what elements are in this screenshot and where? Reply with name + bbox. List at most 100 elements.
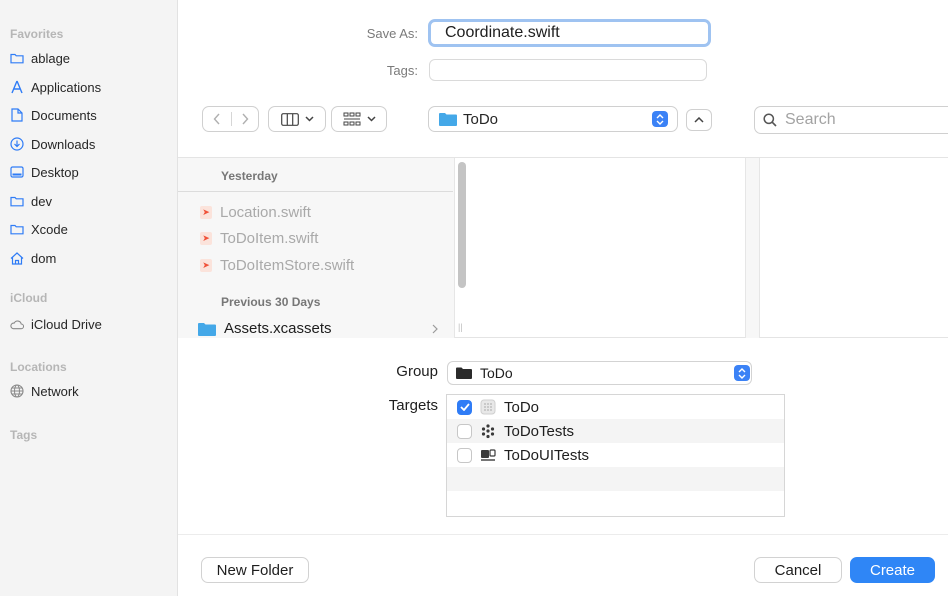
target-name: ToDoTests (504, 422, 575, 440)
file-row[interactable]: ➤ ToDoItem.swift (200, 228, 318, 248)
chevron-left-icon (213, 113, 220, 125)
collapse-button[interactable] (686, 109, 712, 131)
sidebar-item-dev[interactable]: dev (10, 190, 170, 212)
chevron-right-icon (242, 113, 249, 125)
target-checkbox[interactable] (457, 447, 472, 463)
target-row-todo[interactable]: ToDo (447, 395, 784, 419)
column-resize-handle[interactable]: || (458, 322, 463, 332)
create-button[interactable]: Create (850, 557, 935, 583)
target-name: ToDo (504, 398, 540, 416)
swift-file-icon: ➤ (200, 231, 212, 245)
browser-column: Yesterday ➤ Location.swift ➤ ToDoItem.sw… (178, 158, 455, 338)
sidebar-item-label: Documents (31, 107, 97, 123)
tags-input[interactable] (429, 59, 707, 81)
save-as-value: Coordinate.swift (445, 24, 560, 41)
file-name: Location.swift (220, 203, 311, 221)
target-checkbox[interactable] (457, 423, 472, 439)
sidebar-item-label: Downloads (31, 136, 96, 152)
search-field[interactable]: Search (754, 106, 948, 134)
target-checkbox[interactable] (457, 399, 472, 415)
scrollbar-thumb[interactable] (458, 162, 466, 288)
home-icon (10, 251, 24, 265)
sidebar-item-applications[interactable]: Applications (10, 76, 170, 98)
folder-icon (439, 113, 457, 126)
location-popup[interactable]: ToDo (428, 106, 678, 132)
sidebar-section-favorites: Favorites (10, 27, 64, 41)
search-icon (763, 113, 777, 127)
new-folder-button[interactable]: New Folder (201, 557, 309, 583)
search-placeholder: Search (785, 111, 836, 128)
target-row-todotests[interactable]: ToDoTests (447, 419, 784, 443)
group-stepper-icon[interactable] (734, 365, 750, 381)
swift-file-icon: ➤ (200, 205, 212, 219)
location-value: ToDo (463, 110, 499, 128)
desktop-icon (10, 165, 24, 179)
folder-row[interactable]: Assets.xcassets (198, 320, 438, 337)
sidebar-section-icloud: iCloud (10, 291, 48, 305)
save-as-label: Save As: (366, 26, 418, 41)
sidebar-item-label: Desktop (31, 164, 79, 180)
forward-button[interactable] (231, 107, 258, 131)
checkmark-icon (459, 403, 470, 411)
column-view-icon (280, 112, 299, 126)
download-icon (10, 137, 24, 151)
target-name: ToDoUITests (504, 446, 590, 464)
sidebar-item-label: Xcode (31, 221, 68, 237)
sidebar-item-icloud-drive[interactable]: iCloud Drive (10, 313, 170, 335)
cancel-button[interactable]: Cancel (754, 557, 842, 583)
back-button[interactable] (203, 107, 231, 131)
document-icon (10, 108, 24, 122)
chevron-up-icon (694, 117, 704, 123)
group-folder-icon (456, 367, 472, 379)
cloud-icon (10, 317, 24, 331)
chevron-right-icon (432, 324, 438, 333)
file-name: ToDoItemStore.swift (220, 256, 355, 274)
targets-list: ToDo ToDoTests ToDoUITests (446, 394, 785, 517)
sidebar-item-label: iCloud Drive (31, 316, 102, 332)
browser-column-divider[interactable] (746, 158, 760, 338)
view-mode-button[interactable] (268, 106, 326, 132)
app-target-icon (480, 399, 496, 415)
sidebar-item-network[interactable]: Network (10, 380, 170, 402)
sidebar-item-downloads[interactable]: Downloads (10, 133, 170, 155)
sidebar-item-ablage[interactable]: ablage (10, 47, 170, 69)
applications-icon (10, 80, 24, 94)
sidebar-section-locations: Locations (10, 360, 67, 374)
folder-icon (198, 322, 216, 336)
file-name: ToDoItem.swift (220, 229, 319, 247)
targets-label: Targets (388, 397, 438, 414)
chevron-down-icon (304, 116, 314, 122)
group-header-yesterday: Yesterday (221, 169, 278, 183)
ui-test-icon (481, 449, 496, 461)
sidebar-item-label: ablage (31, 50, 71, 66)
sidebar-item-label: dev (31, 193, 52, 209)
sidebar-item-dom[interactable]: dom (10, 247, 170, 269)
folder-icon (10, 194, 24, 208)
save-as-input[interactable]: Coordinate.swift (428, 19, 711, 47)
location-stepper-icon[interactable] (652, 111, 668, 127)
sidebar: Favorites ablage Applications Documents … (0, 0, 178, 596)
group-by-button[interactable] (331, 106, 387, 132)
group-header-previous: Previous 30 Days (221, 295, 321, 309)
sidebar-item-label: Network (31, 383, 79, 399)
folder-icon (10, 222, 24, 236)
test-bundle-icon (481, 424, 495, 439)
sidebar-item-xcode[interactable]: Xcode (10, 218, 170, 240)
sidebar-section-tags: Tags (10, 428, 38, 442)
target-row-todouitests[interactable]: ToDoUITests (447, 443, 784, 467)
group-value: ToDo (480, 365, 513, 381)
browser-column-empty (470, 158, 746, 338)
file-row[interactable]: ➤ ToDoItemStore.swift (200, 255, 354, 275)
chevron-down-icon (366, 116, 376, 122)
file-row[interactable]: ➤ Location.swift (200, 202, 311, 222)
group-popup[interactable]: ToDo (447, 361, 752, 385)
sidebar-item-desktop[interactable]: Desktop (10, 161, 170, 183)
folder-name: Assets.xcassets (224, 320, 332, 337)
tags-label: Tags: (386, 63, 418, 78)
swift-file-icon: ➤ (200, 258, 212, 272)
back-forward-control (202, 106, 259, 132)
sidebar-item-documents[interactable]: Documents (10, 104, 170, 126)
grid-icon (343, 112, 360, 126)
file-browser: Yesterday ➤ Location.swift ➤ ToDoItem.sw… (178, 157, 948, 338)
target-row-empty (447, 467, 784, 491)
